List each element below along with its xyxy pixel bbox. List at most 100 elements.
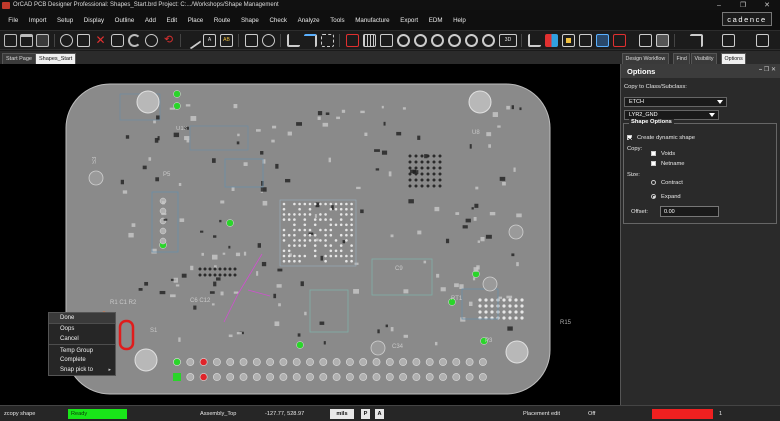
test-point[interactable] <box>482 276 498 292</box>
offset-field[interactable]: 0.00 <box>660 206 719 217</box>
close-button[interactable]: ✕ <box>755 0 779 10</box>
drc-icon[interactable] <box>346 34 359 47</box>
class-dropdown[interactable]: ETCH <box>624 97 727 107</box>
layer-icon[interactable] <box>562 34 575 47</box>
menu-analyze[interactable]: Analyze <box>292 17 325 24</box>
menu-route[interactable]: Route <box>209 17 236 24</box>
test-point[interactable] <box>88 170 104 186</box>
menu-manufacture[interactable]: Manufacture <box>350 17 395 24</box>
copy-icon[interactable] <box>77 34 90 47</box>
expand-radio[interactable] <box>651 194 656 199</box>
rotate-icon[interactable] <box>128 34 141 47</box>
header-pin <box>252 358 261 366</box>
zoom-world-icon[interactable] <box>431 34 444 47</box>
coordinate-readout: -127.77, 528.97 <box>265 411 305 417</box>
delete-icon[interactable]: ✕ <box>94 34 107 47</box>
tab-find[interactable]: Find <box>673 53 691 64</box>
menu-setup[interactable]: Setup <box>52 17 79 24</box>
menu-outline[interactable]: Outline <box>109 17 139 24</box>
mounting-hole[interactable] <box>134 348 158 372</box>
zoom-fit-icon[interactable] <box>380 34 393 47</box>
3d-view-icon[interactable]: 3D <box>499 34 517 47</box>
zoom-previous-icon[interactable] <box>448 34 461 47</box>
tab-shapes-start[interactable]: Shapes_Start <box>35 53 77 64</box>
new-icon[interactable] <box>4 34 17 47</box>
tab-options[interactable]: Options <box>721 53 747 64</box>
contract-radio[interactable] <box>651 180 656 185</box>
refresh-icon[interactable] <box>482 34 495 47</box>
create-dynamic-shape-checkbox[interactable] <box>627 135 632 140</box>
menu-item-temp-group[interactable]: Temp Group <box>49 346 115 356</box>
reports-icon[interactable] <box>639 34 652 47</box>
add-line-icon[interactable] <box>183 31 202 50</box>
undo-icon[interactable]: ⟲ <box>162 34 175 47</box>
panel-window-controls[interactable]: – ❐ ✕ <box>759 66 776 73</box>
menu-shape[interactable]: Shape <box>236 17 265 24</box>
drc-count: 1 <box>719 411 723 417</box>
slide-icon[interactable] <box>304 34 317 47</box>
shadow-icon[interactable] <box>579 34 592 47</box>
svg-text:P3: P3 <box>485 338 493 344</box>
minimize-button[interactable]: – <box>707 0 731 10</box>
grid-toggle-icon[interactable] <box>656 34 669 47</box>
menu-export[interactable]: Export <box>395 17 423 24</box>
grid-icon[interactable] <box>363 34 376 47</box>
custom-smooth-icon[interactable] <box>321 34 334 47</box>
mounting-hole[interactable] <box>136 90 160 114</box>
header-pin <box>412 373 421 381</box>
mounting-hole[interactable] <box>468 90 492 114</box>
header-pin <box>239 358 248 366</box>
zoom-in-icon[interactable] <box>397 34 410 47</box>
test-point[interactable] <box>508 224 524 240</box>
design-canvas[interactable]: S3 R1 C1 R2 P5 C6 C12 C9 RT1 U8 P3 U13 S… <box>0 64 620 405</box>
menu-file[interactable]: File <box>3 17 24 24</box>
units-button[interactable]: mils <box>330 409 354 419</box>
menu-item-snap-pick-to[interactable]: Snap pick to ▸ <box>49 365 115 375</box>
svg-text:S1: S1 <box>150 328 158 334</box>
test-point[interactable] <box>370 340 386 356</box>
menu-edit[interactable]: Edit <box>161 17 182 24</box>
menu-import[interactable]: Import <box>24 17 52 24</box>
distribute-icon[interactable] <box>722 34 735 47</box>
align-icon[interactable] <box>690 34 703 47</box>
dehighlight-icon[interactable] <box>613 34 626 47</box>
panel-title: Options <box>627 66 656 76</box>
tab-start-page[interactable]: Start Page <box>2 53 36 64</box>
p-button[interactable]: P <box>361 409 370 419</box>
voids-checkbox[interactable] <box>651 151 656 156</box>
menu-help[interactable]: Help <box>448 17 471 24</box>
dimension-icon[interactable] <box>528 34 541 47</box>
highlight-icon[interactable] <box>596 34 609 47</box>
menu-item-oops[interactable]: Oops <box>49 325 115 335</box>
menu-check[interactable]: Check <box>264 17 292 24</box>
spin-icon[interactable] <box>111 34 124 47</box>
tab-visibility[interactable]: Visibility <box>691 53 718 64</box>
save-icon[interactable] <box>36 34 49 47</box>
route-icon[interactable] <box>287 34 300 47</box>
customize-toolbar-icon[interactable] <box>756 34 769 47</box>
redraw-icon[interactable] <box>465 34 478 47</box>
menu-item-cancel[interactable]: Cancel <box>49 334 115 344</box>
text-edit-icon[interactable]: AB <box>220 34 233 47</box>
mirror-icon[interactable] <box>145 34 158 47</box>
tab-design-workflow[interactable]: Design Workflow <box>622 53 669 64</box>
menu-edm[interactable]: EDM <box>423 17 447 24</box>
color-icon[interactable] <box>545 34 558 47</box>
subclass-dropdown-value: LYR2_GND <box>629 112 658 118</box>
mounting-hole[interactable] <box>505 340 529 364</box>
menu-display[interactable]: Display <box>78 17 109 24</box>
add-text-icon[interactable]: A <box>203 34 216 47</box>
menu-tools[interactable]: Tools <box>325 17 350 24</box>
menu-item-done[interactable]: Done <box>49 313 115 323</box>
restore-button[interactable]: ❐ <box>731 0 755 10</box>
zoom-out-icon[interactable] <box>414 34 427 47</box>
menu-item-complete[interactable]: Complete <box>49 355 115 365</box>
a-button[interactable]: A <box>375 409 384 419</box>
menu-place[interactable]: Place <box>182 17 208 24</box>
place-icon[interactable] <box>245 34 258 47</box>
swap-icon[interactable] <box>262 34 275 47</box>
move-icon[interactable] <box>60 34 73 47</box>
netname-checkbox[interactable] <box>651 161 656 166</box>
menu-add[interactable]: Add <box>140 17 162 24</box>
open-icon[interactable] <box>20 34 33 47</box>
